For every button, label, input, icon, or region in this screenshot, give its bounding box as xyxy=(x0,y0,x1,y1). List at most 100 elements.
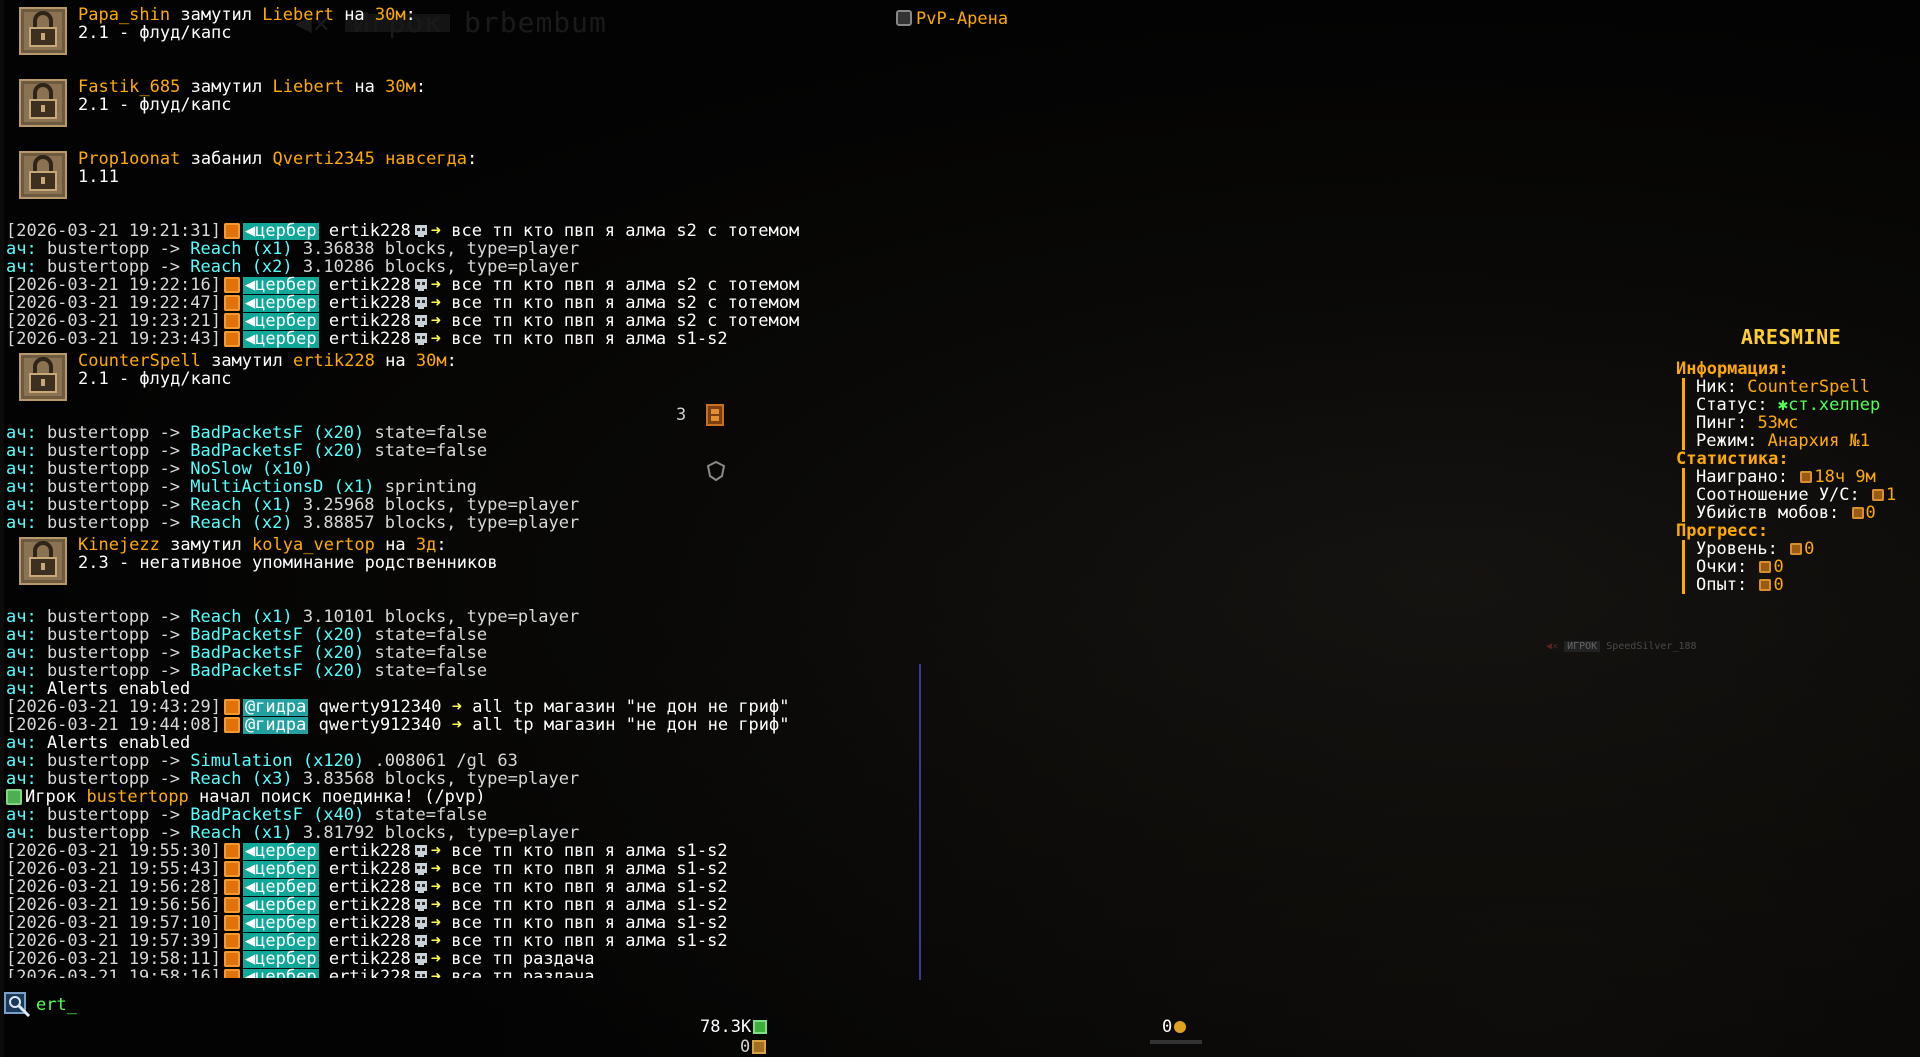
arrow-icon: ➜ xyxy=(430,275,441,295)
flagged-player[interactable]: bustertopp -> xyxy=(47,823,180,843)
far-nametag-role: ИГРОК xyxy=(1564,641,1601,652)
message-text: все тп кто пвп я алма s2 с тотемом xyxy=(451,311,800,331)
player-chat-message: [2026-03-21 19:55:30] ◀цербер ertik228 ➜ в… xyxy=(6,842,920,860)
anticheat-alert: ач: bustertopp -> Simulation (x120) .008… xyxy=(6,752,920,770)
check-detail: state=false xyxy=(374,423,488,443)
arrow-icon: ➜ xyxy=(451,697,462,717)
flagged-player[interactable]: bustertopp -> xyxy=(47,441,180,461)
clan-tag: @гидра xyxy=(242,715,309,735)
level-icon xyxy=(1790,543,1803,555)
sender-nick[interactable]: ertik228 xyxy=(329,841,411,861)
flagged-player[interactable]: bustertopp -> xyxy=(47,805,180,825)
sender-nick[interactable]: ertik228 xyxy=(329,913,411,933)
sender-nick[interactable]: ertik228 xyxy=(329,311,411,331)
anticheat-alert: ач: bustertopp -> BadPacketsF (x20) stat… xyxy=(6,662,920,680)
check-detail: 3.88857 blocks, type=player xyxy=(302,513,580,533)
flagged-player[interactable]: bustertopp -> xyxy=(47,257,180,277)
player-chat-message: [2026-03-21 19:57:39] ◀цербер ertik228 ➜ в… xyxy=(6,932,920,950)
punish-colon: : xyxy=(415,77,427,97)
sender-nick[interactable]: ertik228 xyxy=(329,293,411,313)
punished-player: ertik228 xyxy=(292,351,375,371)
sender-nick[interactable]: ertik228 xyxy=(329,931,411,951)
punish-colon: : xyxy=(467,149,478,169)
flagged-player[interactable]: bustertopp -> xyxy=(47,495,180,515)
check-detail: 3.10101 blocks, type=player xyxy=(302,607,580,627)
check-name: BadPacketsF (x20) xyxy=(190,625,365,645)
chat-input-field[interactable]: ert_ xyxy=(36,996,77,1014)
stats-heading: Статистика: xyxy=(1676,449,1789,469)
search-icon[interactable] xyxy=(4,992,32,1018)
skull-icon xyxy=(414,899,427,911)
anticheat-prefix: ач: xyxy=(6,607,37,627)
moderator-name: Prop1oonat xyxy=(78,149,181,169)
anticheat-prefix: ач: xyxy=(6,661,37,681)
flagged-player[interactable]: bustertopp -> xyxy=(47,423,180,443)
anticheat-prefix: ач: xyxy=(6,625,37,645)
punish-verb: замутил xyxy=(170,535,242,555)
check-detail: .008061 /gl 63 xyxy=(374,751,518,771)
message-timestamp: [2026-03-21 19:55:43] xyxy=(6,859,221,879)
flagged-player[interactable]: bustertopp -> xyxy=(47,239,180,259)
sender-nick[interactable]: ertik228 xyxy=(329,221,411,241)
anticheat-alert: ач: bustertopp -> Reach (x3) 3.83568 blo… xyxy=(6,770,920,788)
punishment-summary: Kinejezz замутил kolya_vertop на 3д: xyxy=(78,536,920,554)
flagged-player[interactable]: bustertopp -> xyxy=(47,459,180,479)
skull-icon xyxy=(414,917,427,929)
lock-avatar-icon xyxy=(19,353,67,401)
flagged-player[interactable]: bustertopp -> xyxy=(47,607,180,627)
rank-icon xyxy=(223,717,240,733)
ping-row: Пинг: 53мс xyxy=(1676,414,1920,432)
duel-before: Игрок xyxy=(25,787,77,807)
chat-input-bar[interactable]: ert_ xyxy=(4,992,77,1018)
flagged-player[interactable]: bustertopp -> xyxy=(47,643,180,663)
rank-icon xyxy=(223,313,240,329)
anticheat-status-text: Alerts enabled xyxy=(46,733,191,753)
flagged-player[interactable]: bustertopp -> xyxy=(47,751,180,771)
chat-scrollbar[interactable] xyxy=(919,664,921,980)
sender-nick[interactable]: ertik228 xyxy=(329,877,411,897)
message-text: все тп кто пвп я алма s1-s2 xyxy=(451,877,728,897)
flagged-player[interactable]: bustertopp -> xyxy=(47,477,180,497)
sender-nick[interactable]: ertik228 xyxy=(329,895,411,915)
arrow-icon: ➜ xyxy=(430,329,441,349)
flagged-player[interactable]: bustertopp -> xyxy=(47,513,180,533)
flagged-player[interactable]: bustertopp -> xyxy=(47,661,180,681)
coin-value: 0 xyxy=(1162,1017,1173,1037)
clan-tag: ◀цербер xyxy=(242,969,319,978)
clan-tag: ◀цербер xyxy=(242,221,319,241)
player-chat-message: [2026-03-21 19:22:16] ◀цербер ertik228 ➜ в… xyxy=(6,276,920,294)
message-text: все тп кто пвп я алма s2 с тотемом xyxy=(451,275,800,295)
sender-nick[interactable]: qwerty912340 xyxy=(319,715,442,735)
secondary-counter: 0 xyxy=(740,1037,767,1057)
player-chat-message: [2026-03-21 19:23:43] ◀цербер ertik228 ➜ в… xyxy=(6,330,920,348)
anticheat-prefix: ач: xyxy=(6,423,37,443)
flagged-player[interactable]: bustertopp -> xyxy=(47,625,180,645)
duel-player[interactable]: bustertopp xyxy=(86,787,188,807)
check-name: Reach (x3) xyxy=(190,769,293,789)
kd-label: Соотношение У/С: xyxy=(1696,485,1860,505)
punish-duration: навсегда xyxy=(385,149,468,169)
sender-nick[interactable]: ertik228 xyxy=(329,859,411,879)
check-name: BadPacketsF (x20) xyxy=(190,643,365,663)
flagged-player[interactable]: bustertopp -> xyxy=(47,769,180,789)
sender-nick[interactable]: ertik228 xyxy=(329,949,411,969)
exp-icon xyxy=(1759,579,1772,591)
points-icon xyxy=(1759,561,1772,573)
punishment-message: Papa_shin замутил Liebert на 30м: 2.1 - ф… xyxy=(6,6,920,60)
check-name: Reach (x2) xyxy=(190,513,293,533)
chat-log[interactable]: Papa_shin замутил Liebert на 30м: 2.1 - ф… xyxy=(6,2,920,978)
check-name: Reach (x1) xyxy=(190,607,293,627)
punish-duration: 30м xyxy=(385,77,416,97)
sword-icon xyxy=(1872,489,1885,501)
punished-player: kolya_vertop xyxy=(252,535,375,555)
message-text: все тп кто пвп я алма s1-s2 xyxy=(451,895,728,915)
mobs-row: Убийств мобов: 0 xyxy=(1676,504,1920,522)
secondary-value: 0 xyxy=(740,1037,751,1057)
sender-nick[interactable]: ertik228 xyxy=(329,329,411,349)
sender-nick[interactable]: ertik228 xyxy=(329,275,411,295)
check-name: NoSlow (x10) xyxy=(190,459,314,479)
info-heading: Информация: xyxy=(1676,359,1789,379)
sender-nick[interactable]: qwerty912340 xyxy=(319,697,442,717)
sender-nick[interactable]: ertik228 xyxy=(329,967,411,978)
nick-label: Ник: xyxy=(1696,377,1737,397)
